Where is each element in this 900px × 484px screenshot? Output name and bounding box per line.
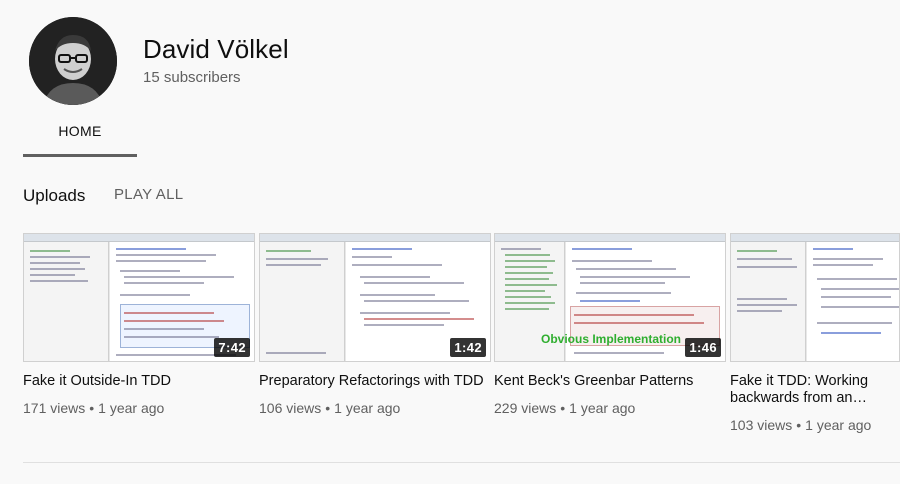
upload-age: 1 year ago [334, 400, 401, 416]
view-count: 103 views [730, 417, 793, 433]
video-card[interactable]: 7:42 Fake it Outside-In TDD 171 views • 1 … [23, 233, 255, 416]
video-card[interactable]: 1:42 Preparatory Refactorings with TDD 1… [259, 233, 491, 416]
tab-home-label: HOME [58, 123, 102, 139]
video-duration: 1:46 [685, 338, 721, 357]
channel-avatar[interactable] [29, 17, 117, 105]
video-title[interactable]: Fake it TDD: Working backwards from an… [730, 373, 895, 407]
upload-age: 1 year ago [805, 417, 872, 433]
thumbnail-toolbar [495, 234, 725, 242]
subscriber-count: 15 subscribers [143, 69, 241, 86]
uploads-section: Uploads PLAY ALL 7:42 Fake it Outside-In… [0, 158, 900, 484]
person-avatar-icon [29, 17, 117, 105]
thumbnail-sidebar [24, 242, 109, 361]
video-card[interactable]: Fake it TDD: Working backwards from an… … [730, 233, 900, 433]
video-duration: 7:42 [214, 338, 250, 357]
active-tab-indicator [23, 154, 137, 157]
tab-home[interactable]: HOME [23, 110, 137, 157]
section-divider [23, 462, 900, 463]
shelf-title[interactable]: Uploads [23, 186, 85, 206]
video-thumbnail[interactable]: Obvious Implementation 1:46 [494, 233, 726, 362]
video-title[interactable]: Fake it Outside-In TDD [23, 373, 248, 390]
thumbnail-sidebar [260, 242, 345, 361]
play-all-button[interactable]: PLAY ALL [114, 186, 183, 203]
thumbnail-toolbar [260, 234, 490, 242]
upload-age: 1 year ago [98, 400, 165, 416]
video-card[interactable]: Obvious Implementation 1:46 Kent Beck's … [494, 233, 726, 416]
channel-name: David Völkel [143, 34, 289, 64]
upload-age: 1 year ago [569, 400, 636, 416]
video-thumbnail[interactable]: 7:42 [23, 233, 255, 362]
thumbnail-toolbar [24, 234, 254, 242]
thumbnail-toolbar [731, 234, 899, 242]
meta-separator: • [325, 400, 331, 416]
view-count: 229 views [494, 400, 557, 416]
video-thumbnail[interactable]: 1:42 [259, 233, 491, 362]
thumbnail-sidebar [731, 242, 806, 361]
video-meta: 103 views • 1 year ago [730, 417, 900, 433]
thumbnail-editor [807, 242, 899, 361]
video-thumbnail[interactable] [730, 233, 900, 362]
view-count: 106 views [259, 400, 322, 416]
video-meta: 106 views • 1 year ago [259, 400, 491, 416]
meta-separator: • [89, 400, 95, 416]
view-count: 171 views [23, 400, 86, 416]
meta-separator: • [560, 400, 566, 416]
video-meta: 171 views • 1 year ago [23, 400, 255, 416]
video-title[interactable]: Preparatory Refactorings with TDD [259, 373, 484, 390]
channel-header: David Völkel 15 subscribers HOME [0, 0, 900, 158]
video-title[interactable]: Kent Beck's Greenbar Patterns [494, 373, 719, 390]
meta-separator: • [796, 417, 802, 433]
video-meta: 229 views • 1 year ago [494, 400, 726, 416]
thumbnail-overlay-text: Obvious Implementation [541, 332, 682, 346]
video-duration: 1:42 [450, 338, 486, 357]
